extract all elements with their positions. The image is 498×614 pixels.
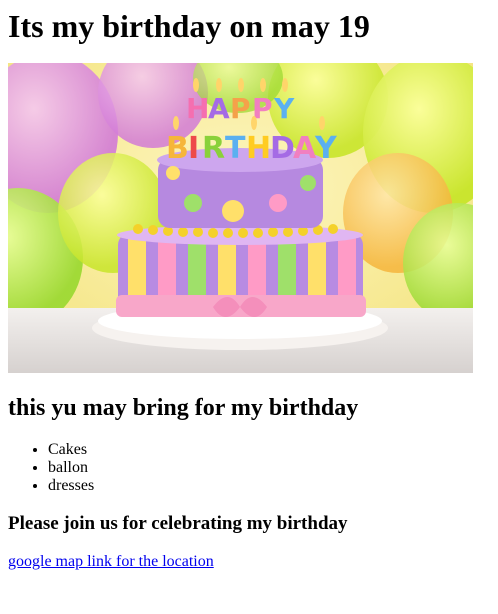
svg-text:P: P [230, 92, 251, 125]
map-link[interactable]: google map link for the location [8, 553, 214, 570]
svg-text:A: A [293, 131, 317, 166]
gift-list: Cakes ballon dresses [8, 441, 490, 495]
svg-text:D: D [270, 131, 295, 166]
page: Its my birthday on may 19 H A P P Y B I … [0, 8, 498, 571]
svg-text:H: H [186, 92, 209, 125]
page-title: Its my birthday on may 19 [8, 8, 370, 44]
svg-text:T: T [225, 131, 246, 166]
list-item: dresses [48, 477, 490, 495]
svg-text:I: I [188, 131, 199, 166]
svg-text:Y: Y [273, 92, 295, 125]
svg-text:B: B [166, 131, 189, 166]
section-heading: this yu may bring for my birthday [8, 395, 359, 421]
svg-text:H: H [246, 131, 271, 166]
map-paragraph: google map link for the location [8, 553, 490, 571]
svg-text:Y: Y [314, 131, 338, 166]
svg-text:A: A [208, 92, 230, 125]
list-item: Cakes [48, 441, 490, 459]
invite-heading: Please join us for celebrating my birthd… [8, 513, 348, 534]
list-item: ballon [48, 459, 490, 477]
svg-text:R: R [202, 131, 225, 166]
birthday-cake-image: H A P P Y B I R T H D A Y [8, 63, 473, 373]
